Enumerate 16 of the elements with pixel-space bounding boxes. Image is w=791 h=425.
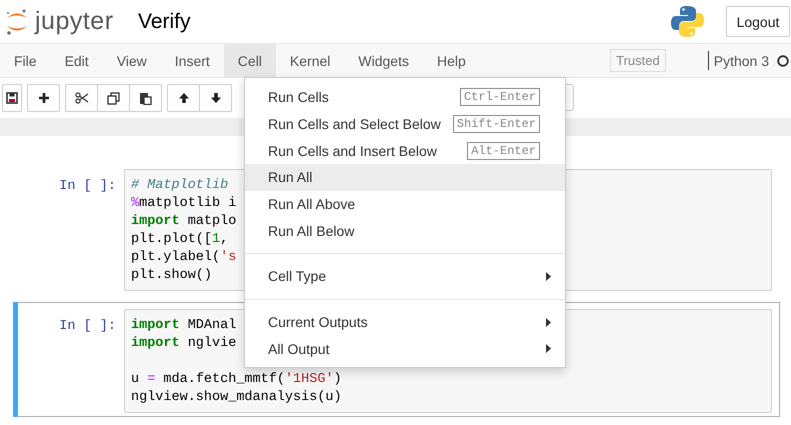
- keyboard-shortcut: Alt-Enter: [467, 142, 540, 160]
- input-prompt: In [ ]:: [58, 318, 117, 336]
- code-line: plt.ylabel('s: [131, 249, 236, 267]
- code-line: import matplo: [131, 213, 236, 231]
- code-line: # Matplotlib: [131, 177, 228, 195]
- code-line: u = mda.fetch_mmtf('1HSG'): [131, 371, 342, 389]
- keyboard-shortcut: Ctrl-Enter: [460, 88, 540, 106]
- code-line: import MDAnal: [131, 317, 236, 335]
- code-line: %matplotlib i: [131, 195, 236, 213]
- keyboard-shortcut: Shift-Enter: [452, 115, 540, 134]
- code-line: plt.plot([1,: [131, 231, 228, 249]
- code-line: import nglvie: [131, 335, 236, 353]
- code-line: plt.show(): [131, 267, 212, 285]
- logo-text: jupyter: [35, 7, 114, 36]
- input-prompt: In [ ]:: [58, 178, 117, 196]
- code-line: nglview.show_mdanalysis(u): [131, 389, 342, 407]
